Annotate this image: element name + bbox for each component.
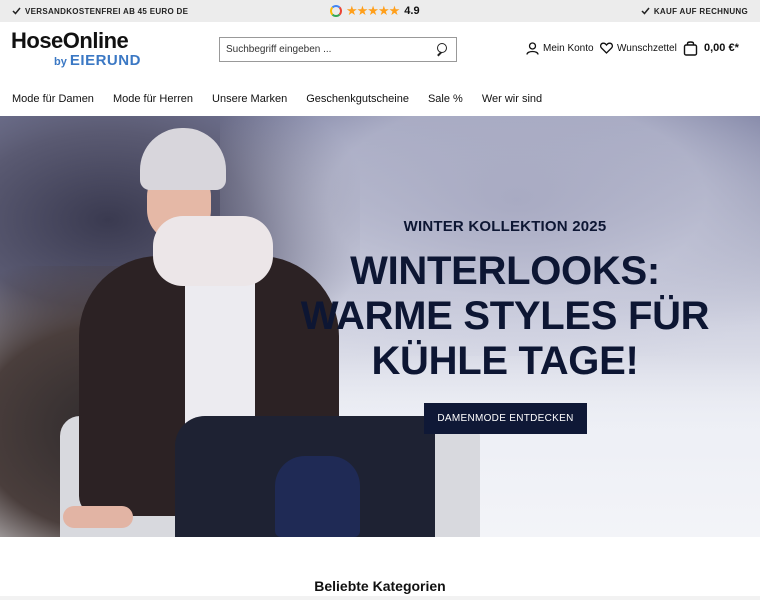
- search-box: [219, 37, 457, 62]
- star-rating-icon: ★★★★★: [346, 3, 400, 18]
- model-hat: [140, 128, 226, 190]
- cart-total: 0,00 €*: [704, 42, 739, 54]
- account-label: Mein Konto: [543, 43, 594, 54]
- categories-strip: [0, 596, 760, 600]
- model-scarf: [153, 216, 273, 286]
- shipping-info: VERSANDKOSTENFREI AB 45 EURO DE: [12, 7, 188, 16]
- hero-text: WINTER KOLLEKTION 2025 WINTERLOOKS: WARM…: [260, 218, 750, 384]
- nav-item-gutscheine[interactable]: Geschenkgutscheine: [306, 93, 409, 105]
- discover-womens-fashion-button[interactable]: DAMENMODE ENTDECKEN: [424, 403, 587, 434]
- hero-title-line: WARME STYLES FÜR: [300, 294, 710, 338]
- shipping-text: VERSANDKOSTENFREI AB 45 EURO DE: [25, 6, 189, 16]
- check-icon: [641, 7, 650, 15]
- model-hand: [63, 506, 133, 528]
- hero-title-line: KÜHLE TAGE!: [371, 339, 639, 383]
- hero-title: WINTERLOOKS: WARME STYLES FÜR KÜHLE TAGE…: [260, 249, 750, 384]
- rating-value: 4.9: [404, 4, 420, 17]
- logo-byline: by EIERUND: [54, 52, 141, 69]
- user-icon: [526, 42, 539, 55]
- main-navigation: Mode für Damen Mode für Herren Unsere Ma…: [0, 82, 760, 116]
- cart-icon: [683, 41, 698, 56]
- hero-banner[interactable]: WINTER KOLLEKTION 2025 WINTERLOOKS: WARM…: [0, 116, 760, 537]
- logo-brand: EIERUND: [69, 52, 141, 69]
- site-header: HoseOnline by EIERUND Mein Konto Wunschz…: [0, 22, 760, 82]
- model-sweater: [185, 276, 255, 426]
- search-icon[interactable]: [436, 42, 450, 57]
- popular-categories-heading: Beliebte Kategorien: [314, 578, 446, 594]
- heart-icon: [600, 42, 613, 54]
- google-rating[interactable]: ★★★★★ 4.9: [330, 4, 420, 17]
- site-logo[interactable]: HoseOnline by EIERUND: [11, 28, 140, 70]
- google-icon: [330, 4, 342, 17]
- logo-by: by: [54, 56, 67, 68]
- model-bag: [275, 456, 360, 537]
- nav-item-marken[interactable]: Unsere Marken: [212, 93, 287, 105]
- invoice-text: KAUF AUF RECHNUNG: [653, 6, 748, 16]
- invoice-info: KAUF AUF RECHNUNG: [641, 7, 748, 16]
- hero-title-line: WINTERLOOKS:: [350, 249, 660, 293]
- nav-item-sale[interactable]: Sale %: [428, 93, 463, 105]
- cart-link[interactable]: 0,00 €*: [683, 40, 739, 56]
- hero-kicker: WINTER KOLLEKTION 2025: [403, 218, 607, 235]
- search-input[interactable]: [226, 44, 436, 55]
- logo-wordmark: HoseOnline: [11, 28, 129, 53]
- check-icon: [12, 7, 21, 15]
- wishlist-label: Wunschzettel: [617, 42, 677, 54]
- nav-item-damen[interactable]: Mode für Damen: [12, 93, 94, 105]
- nav-item-herren[interactable]: Mode für Herren: [113, 93, 193, 105]
- wishlist-link[interactable]: Wunschzettel: [600, 42, 677, 54]
- account-link[interactable]: Mein Konto: [526, 42, 594, 55]
- nav-item-about[interactable]: Wer wir sind: [482, 93, 542, 105]
